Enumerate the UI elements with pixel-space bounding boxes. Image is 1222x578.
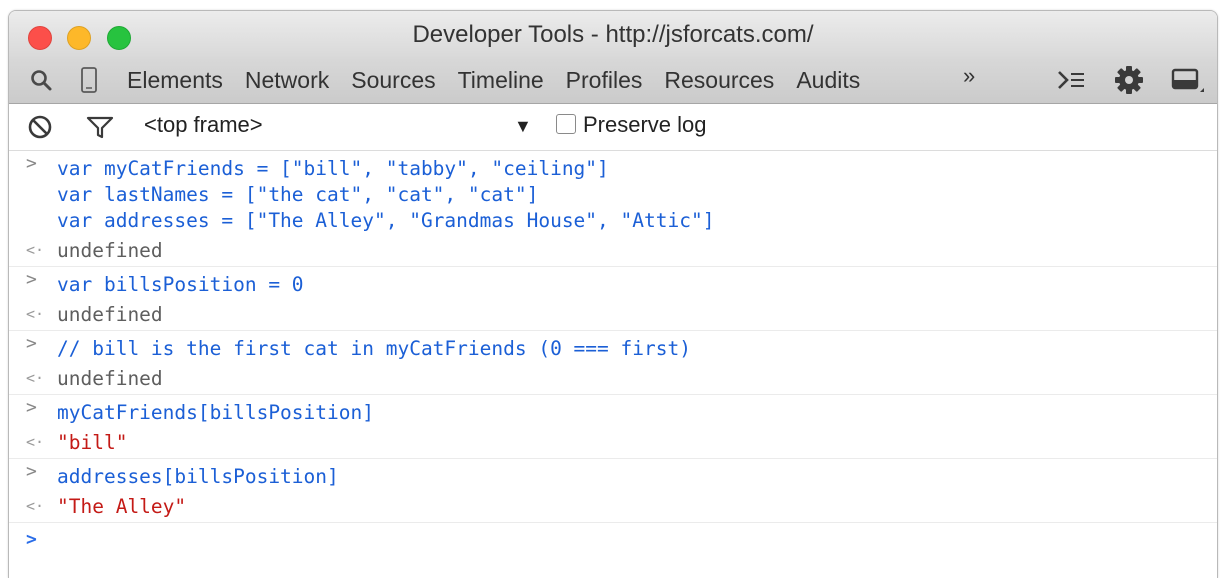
console-result-value: undefined	[57, 239, 163, 262]
panel-tabs: Elements Network Sources Timeline Profil…	[127, 57, 882, 103]
result-arrow-icon: <·	[26, 241, 45, 259]
console-result-value: undefined	[57, 303, 163, 326]
console-result-row: <· undefined	[9, 235, 1217, 267]
more-tabs-chevron-icon[interactable]: »	[963, 63, 975, 89]
prompt-chevron-icon: >	[26, 461, 37, 482]
tab-timeline[interactable]: Timeline	[458, 67, 544, 94]
console-input-row: > var myCatFriends = ["bill", "tabby", "…	[9, 151, 1217, 235]
console-input-row: > // bill is the first cat in myCatFrien…	[9, 331, 1217, 363]
prompt-chevron-icon: >	[26, 397, 37, 418]
active-prompt-chevron-icon: >	[26, 529, 37, 550]
console-input-line: var lastNames = ["the cat", "cat", "cat"…	[57, 183, 539, 206]
tab-audits[interactable]: Audits	[796, 67, 860, 94]
console-output[interactable]: > var myCatFriends = ["bill", "tabby", "…	[9, 151, 1217, 557]
console-filter-bar: <top frame> ▼ Preserve log	[9, 104, 1217, 151]
prompt-chevron-icon: >	[26, 153, 37, 174]
console-drawer-icon[interactable]	[1055, 63, 1087, 97]
result-arrow-icon: <·	[26, 305, 45, 323]
prompt-chevron-icon: >	[26, 333, 37, 354]
result-arrow-icon: <·	[26, 497, 45, 515]
tab-sources[interactable]: Sources	[351, 67, 435, 94]
frame-selector[interactable]: <top frame>	[144, 112, 263, 138]
console-input-row: > myCatFriends[billsPosition]	[9, 395, 1217, 427]
console-input-line: var myCatFriends = ["bill", "tabby", "ce…	[57, 157, 609, 180]
console-input-line: // bill is the first cat in myCatFriends…	[57, 337, 691, 360]
preserve-log-label[interactable]: Preserve log	[583, 112, 707, 138]
prompt-chevron-icon: >	[26, 269, 37, 290]
tab-profiles[interactable]: Profiles	[566, 67, 643, 94]
console-input-line: var addresses = ["The Alley", "Grandmas …	[57, 209, 715, 232]
clear-console-icon[interactable]	[26, 110, 54, 144]
console-input-line: addresses[billsPosition]	[57, 465, 339, 488]
window-title: Developer Tools - http://jsforcats.com/	[412, 21, 814, 48]
result-arrow-icon: <·	[26, 433, 45, 451]
filter-icon[interactable]	[85, 110, 115, 144]
console-result-value: undefined	[57, 367, 163, 390]
search-icon[interactable]	[27, 63, 55, 97]
tab-network[interactable]: Network	[245, 67, 329, 94]
tab-resources[interactable]: Resources	[664, 67, 774, 94]
title-bar: Developer Tools - http://jsforcats.com/	[9, 11, 1217, 57]
tab-elements[interactable]: Elements	[127, 67, 223, 94]
console-result-row: <· "bill"	[9, 427, 1217, 459]
chevron-down-icon[interactable]: ▼	[514, 116, 532, 137]
console-input-line: myCatFriends[billsPosition]	[57, 401, 374, 424]
console-result-row: <· "The Alley"	[9, 491, 1217, 523]
result-arrow-icon: <·	[26, 369, 45, 387]
main-toolbar: Elements Network Sources Timeline Profil…	[9, 57, 1217, 104]
console-result-value: "bill"	[57, 431, 128, 454]
device-mode-icon[interactable]	[79, 63, 99, 97]
console-result-row: <· undefined	[9, 299, 1217, 331]
console-result-value: "The Alley"	[57, 495, 187, 518]
console-result-row: <· undefined	[9, 363, 1217, 395]
console-prompt-input[interactable]: >	[9, 523, 1217, 557]
dock-icon[interactable]	[1169, 63, 1205, 97]
console-input-row: > var billsPosition = 0	[9, 267, 1217, 299]
console-input-line: var billsPosition = 0	[57, 273, 304, 296]
devtools-window: Developer Tools - http://jsforcats.com/ …	[8, 10, 1218, 578]
gear-icon[interactable]	[1112, 63, 1146, 97]
preserve-log-checkbox[interactable]	[556, 114, 576, 134]
console-input-row: > addresses[billsPosition]	[9, 459, 1217, 491]
